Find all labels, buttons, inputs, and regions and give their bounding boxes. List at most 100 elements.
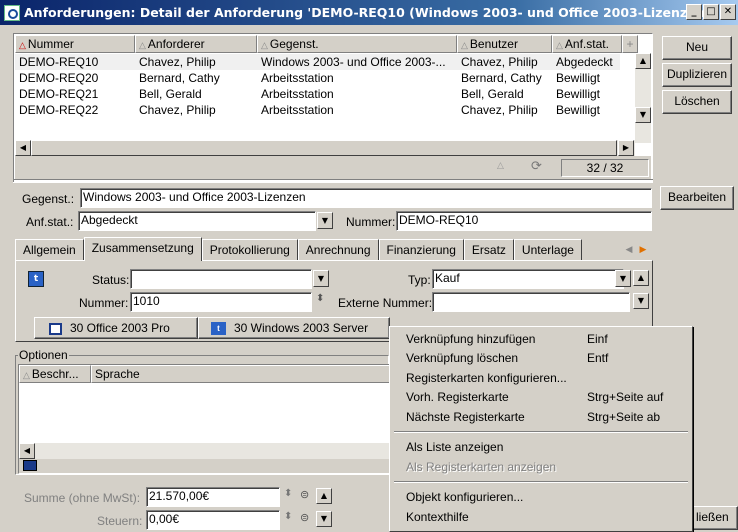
- edit-button[interactable]: Bearbeiten: [660, 186, 734, 210]
- subtab-office-label: 30 Office 2003 Pro: [70, 321, 170, 335]
- context-menu: Verknüpfung hinzufügen Einf Verknüpfung …: [389, 326, 693, 532]
- tab-protokollierung[interactable]: Protokollierung: [201, 239, 298, 261]
- composition-icon: t: [211, 322, 226, 336]
- tab-unterlage[interactable]: Unterlage: [513, 239, 582, 261]
- table-row[interactable]: DEMO-REQ10 Chavez, Philip Windows 2003- …: [15, 54, 620, 70]
- tab-finanzierung[interactable]: Finanzierung: [378, 239, 464, 261]
- vertical-scrollbar[interactable]: ▲ ▼: [635, 53, 651, 143]
- column-header-anfstat[interactable]: △ Anf.stat.: [552, 35, 622, 53]
- tab-strip: Allgemein Zusammensetzung Protokollierun…: [15, 237, 582, 261]
- cell: DEMO-REQ20: [19, 71, 99, 85]
- requests-table[interactable]: △ Nummer △ Anforderer △ Gegenst. △ Benutzer …: [13, 33, 653, 183]
- menu-item-show-as-list[interactable]: Als Liste anzeigen: [406, 437, 503, 457]
- maximize-button[interactable]: □: [703, 4, 719, 20]
- column-header-sprache[interactable]: Sprache: [91, 365, 391, 383]
- menu-item-configure-tabs[interactable]: Registerkarten konfigurieren...: [406, 368, 567, 388]
- scroll-right-icon[interactable]: ▶: [618, 140, 634, 156]
- menu-item-context-help[interactable]: Kontexthilfe: [406, 507, 469, 527]
- external-number-field[interactable]: [432, 292, 630, 312]
- status-label: Status:: [92, 273, 130, 287]
- duplicate-button[interactable]: Duplizieren: [662, 63, 732, 87]
- spin-icon[interactable]: ⬍: [284, 488, 292, 499]
- scroll-up-icon[interactable]: ▲: [316, 488, 332, 504]
- tab-zusammensetzung[interactable]: Zusammensetzung: [83, 237, 202, 261]
- menu-item-next-tab[interactable]: Nächste Registerkarte: [406, 407, 525, 427]
- menu-item-delete-link[interactable]: Verknüpfung löschen: [406, 348, 518, 368]
- chevron-down-icon[interactable]: ▼: [317, 212, 333, 229]
- spin-icon[interactable]: ⬍: [284, 511, 292, 522]
- record-count: 32 / 32: [561, 159, 649, 177]
- tab-scroll-right-icon[interactable]: ▶: [636, 242, 650, 258]
- horizontal-scrollbar[interactable]: ◀: [19, 443, 389, 459]
- shortcut-label: Strg+Seite auf: [587, 390, 664, 404]
- splitter[interactable]: [13, 179, 653, 183]
- menu-item-show-as-tabs: Als Registerkarten anzeigen: [406, 460, 557, 474]
- cell: Bewilligt: [556, 103, 601, 117]
- clipped-row: [15, 118, 620, 123]
- steuern-field[interactable]: 0,00€: [146, 510, 280, 530]
- column-header-beschr[interactable]: △ Beschr...: [19, 365, 91, 383]
- cell: Chavez, Philip: [461, 103, 538, 117]
- column-header-anforderer[interactable]: △ Anforderer: [135, 35, 257, 53]
- anfstat-label: Anf.stat.:: [26, 215, 74, 229]
- typ-select[interactable]: Kauf: [432, 269, 624, 289]
- table-icon: [23, 460, 37, 471]
- options-table[interactable]: △ Beschr... Sprache ◀: [18, 364, 391, 474]
- status-select[interactable]: [130, 269, 312, 289]
- scroll-thumb[interactable]: [31, 140, 617, 156]
- delete-button[interactable]: Löschen: [662, 90, 732, 114]
- anfstat-select[interactable]: Abgedeckt: [78, 211, 316, 231]
- column-header-benutzer[interactable]: △ Benutzer: [457, 35, 552, 53]
- table-status-bar: [19, 459, 389, 473]
- close-dialog-button[interactable]: ließen: [693, 506, 738, 530]
- table-row[interactable]: DEMO-REQ22 Chavez, Philip Arbeitsstation…: [15, 102, 620, 118]
- gegenst-field[interactable]: Windows 2003- und Office 2003-Lizenzen: [80, 188, 652, 208]
- table-row[interactable]: DEMO-REQ21 Bell, Gerald Arbeitsstation B…: [15, 86, 620, 102]
- app-icon: [4, 4, 20, 21]
- cell: Abgedeckt: [556, 55, 613, 69]
- refresh-icon[interactable]: ⟳: [531, 159, 542, 174]
- scroll-left-icon[interactable]: ◀: [15, 140, 31, 156]
- tab-scroll-left-icon[interactable]: ◀: [622, 242, 636, 258]
- composition-icon[interactable]: t: [28, 271, 44, 287]
- horizontal-scrollbar[interactable]: ◀ ▶: [15, 140, 635, 156]
- menu-item-add-link[interactable]: Verknüpfung hinzufügen: [406, 329, 535, 349]
- composition-nummer-field[interactable]: 1010: [130, 292, 312, 312]
- scroll-left-icon[interactable]: ◀: [19, 443, 35, 459]
- tab-ersatz[interactable]: Ersatz: [463, 239, 514, 261]
- new-button[interactable]: Neu: [662, 36, 732, 60]
- close-button[interactable]: ✕: [720, 4, 736, 20]
- tab-allgemein[interactable]: Allgemein: [15, 239, 84, 261]
- subtab-office[interactable]: 30 Office 2003 Pro: [34, 317, 198, 339]
- scroll-down-icon[interactable]: ▼: [635, 107, 651, 123]
- currency-icon[interactable]: ⊜: [300, 511, 309, 524]
- nummer-field[interactable]: DEMO-REQ10: [396, 211, 652, 231]
- cell: Arbeitsstation: [261, 71, 334, 85]
- scroll-down-icon[interactable]: ▼: [633, 293, 649, 309]
- cell: Chavez, Philip: [139, 103, 216, 117]
- cell: DEMO-REQ10: [19, 55, 99, 69]
- table-row[interactable]: DEMO-REQ20 Bernard, Cathy Arbeitsstation…: [15, 70, 620, 86]
- cell: Bernard, Cathy: [139, 71, 220, 85]
- scroll-down-icon[interactable]: ▼: [316, 511, 332, 527]
- chevron-down-icon[interactable]: ▼: [615, 270, 631, 287]
- scroll-up-icon[interactable]: ▲: [633, 270, 649, 286]
- column-header-gegenst[interactable]: △ Gegenst.: [257, 35, 457, 53]
- options-group-label: Optionen: [18, 348, 69, 362]
- cell: Bernard, Cathy: [461, 71, 542, 85]
- table-status-bar: △ ⟳ 32 / 32: [15, 156, 651, 180]
- menu-item-prev-tab[interactable]: Vorh. Registerkarte: [406, 387, 509, 407]
- minimize-button[interactable]: _: [686, 4, 702, 20]
- chevron-down-icon[interactable]: ▼: [313, 270, 329, 287]
- subtab-windows[interactable]: t 30 Windows 2003 Server: [198, 317, 390, 339]
- cell: Chavez, Philip: [461, 55, 538, 69]
- column-header-nummer[interactable]: △ Nummer: [15, 35, 135, 53]
- column-chooser-icon[interactable]: +: [622, 35, 638, 53]
- summe-field[interactable]: 21.570,00€: [146, 487, 280, 507]
- currency-icon[interactable]: ⊜: [300, 488, 309, 501]
- menu-item-configure-object[interactable]: Objekt konfigurieren...: [406, 487, 523, 507]
- tab-anrechnung[interactable]: Anrechnung: [297, 239, 379, 261]
- scroll-up-icon[interactable]: ▲: [635, 53, 651, 69]
- title-bar: Anforderungen: Detail der Anforderung 'D…: [0, 0, 738, 25]
- spin-icon[interactable]: ⬍: [316, 293, 324, 304]
